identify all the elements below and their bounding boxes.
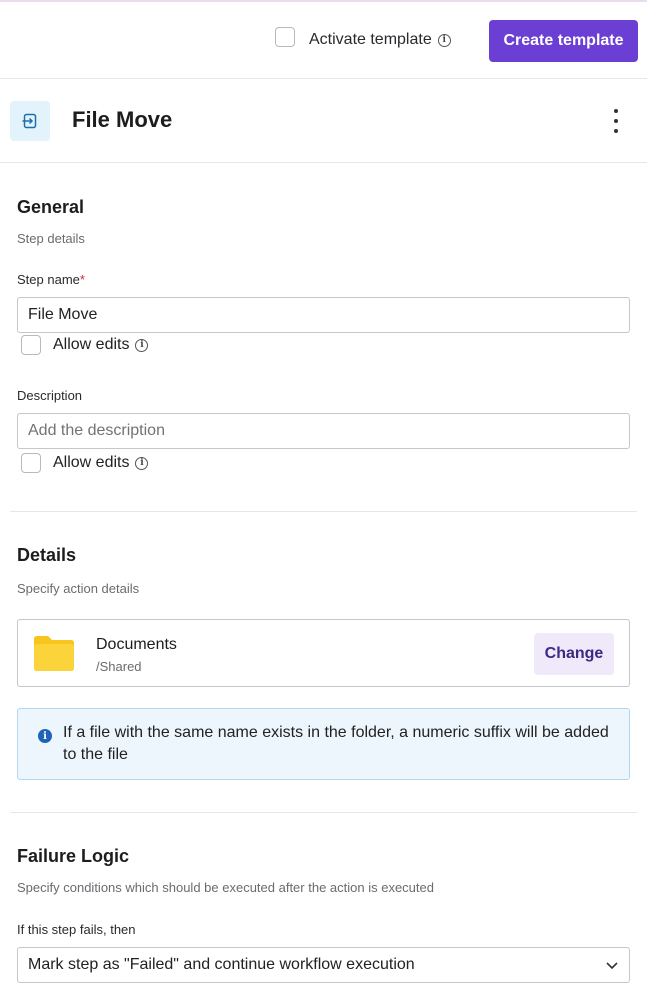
description-allow-edits-checkbox[interactable] bbox=[21, 453, 41, 473]
general-divider bbox=[10, 511, 637, 512]
description-allow-edits-info-icon[interactable]: i bbox=[135, 456, 149, 470]
description-input[interactable]: Add the description bbox=[17, 413, 630, 449]
chevron-down-icon bbox=[606, 962, 618, 970]
file-move-icon bbox=[10, 101, 50, 141]
activate-template-label-group: Activate template i bbox=[309, 31, 451, 49]
step-name-allow-edits-label: Allow edits bbox=[53, 336, 130, 353]
details-section-title: Details bbox=[17, 545, 77, 565]
details-section-subtitle: Specify action details bbox=[17, 581, 140, 596]
title-divider bbox=[0, 162, 647, 163]
step-name-allow-edits-info-icon[interactable]: i bbox=[135, 338, 149, 352]
activate-template-checkbox[interactable] bbox=[275, 27, 295, 47]
step-name-label: Step name bbox=[17, 272, 80, 287]
general-section-subtitle: Step details bbox=[17, 231, 85, 246]
folder-name: Documents bbox=[96, 636, 177, 653]
details-divider bbox=[10, 812, 637, 813]
step-name-allow-edits: Allow edits i bbox=[21, 335, 149, 355]
required-marker: * bbox=[79, 272, 85, 287]
header-divider bbox=[0, 78, 647, 79]
info-icon: i bbox=[38, 729, 52, 743]
description-placeholder: Add the description bbox=[28, 422, 165, 439]
activate-template-label: Activate template bbox=[309, 31, 432, 48]
activate-template-info-icon[interactable]: i bbox=[437, 33, 451, 47]
description-label: Description bbox=[17, 388, 83, 403]
failure-section-subtitle: Specify conditions which should be execu… bbox=[17, 880, 434, 895]
create-template-button[interactable]: Create template bbox=[489, 20, 638, 62]
step-name-allow-edits-checkbox[interactable] bbox=[21, 335, 41, 355]
description-allow-edits: Allow edits i bbox=[21, 453, 149, 473]
change-folder-button[interactable]: Change bbox=[534, 633, 614, 675]
step-name-value: File Move bbox=[28, 306, 98, 323]
general-section-title: General bbox=[17, 197, 85, 217]
more-options-icon[interactable] bbox=[613, 109, 619, 133]
info-banner: i If a file with the same name exists in… bbox=[17, 708, 630, 780]
step-name-input[interactable]: File Move bbox=[17, 297, 630, 333]
description-allow-edits-label: Allow edits bbox=[53, 454, 130, 471]
top-border bbox=[0, 0, 647, 2]
failure-action-select[interactable]: Mark step as "Failed" and continue workf… bbox=[17, 947, 630, 983]
folder-path: /Shared bbox=[96, 659, 142, 674]
failure-action-selected: Mark step as "Failed" and continue workf… bbox=[28, 956, 415, 973]
folder-card: Documents /Shared Change bbox=[17, 619, 630, 687]
failure-section-title: Failure Logic bbox=[17, 846, 130, 866]
failure-condition-label: If this step fails, then bbox=[17, 922, 136, 937]
step-name-label-group: Step name* bbox=[17, 272, 85, 287]
info-message: If a file with the same name exists in t… bbox=[63, 724, 609, 763]
step-title: File Move bbox=[72, 107, 173, 132]
folder-icon bbox=[33, 634, 75, 672]
